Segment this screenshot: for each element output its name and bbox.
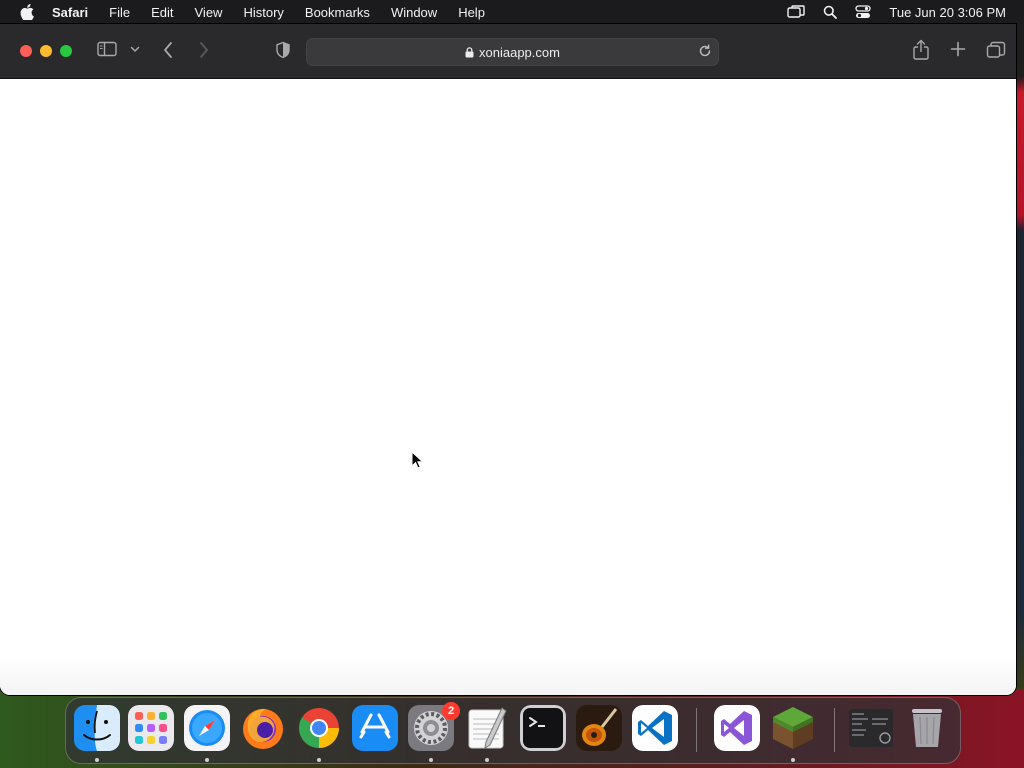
menu-file[interactable]: File [109,5,130,20]
address-bar-url: xoniaapp.com [479,44,560,60]
screen-mirroring-icon[interactable] [787,5,806,19]
finder-running-indicator [95,758,99,762]
menu-window[interactable]: Window [391,5,437,20]
mouse-pointer-icon [411,450,424,474]
dock-chrome-icon[interactable] [296,705,342,751]
system-settings-running-indicator [429,758,433,762]
dock-garageband-icon[interactable] [576,705,622,751]
dock-launchpad-icon[interactable] [128,705,174,751]
window-maximize-button[interactable] [60,45,72,57]
sidebar-icon[interactable] [97,41,117,57]
menu-view[interactable]: View [195,5,223,20]
control-center-icon[interactable] [855,5,872,19]
dock-trash-icon[interactable] [904,705,950,751]
apple-logo-icon[interactable] [20,4,34,21]
menu-history[interactable]: History [243,5,283,20]
dock-separator [696,708,697,752]
menu-help[interactable]: Help [458,5,485,20]
dock-firefox-icon[interactable] [240,705,286,751]
menu-bar: Safari File Edit View History Bookmarks … [0,0,1024,24]
privacy-shield-icon[interactable] [275,41,291,59]
dock-separator-2 [834,708,835,752]
dock-vscode-icon[interactable] [632,705,678,751]
textedit-running-indicator [485,758,489,762]
reload-icon[interactable] [698,44,712,58]
back-icon[interactable] [162,41,174,59]
minecraft-running-indicator [791,758,795,762]
safari-window: xoniaapp.com [0,24,1016,695]
new-tab-icon[interactable] [950,41,966,57]
tab-overview-icon[interactable] [986,41,1006,59]
dock-app-store-icon[interactable] [352,705,398,751]
dock-minecraft-icon[interactable] [770,705,816,751]
menu-bookmarks[interactable]: Bookmarks [305,5,370,20]
dock-visual-studio-icon[interactable] [714,705,760,751]
lock-icon [465,46,474,58]
window-close-button[interactable] [20,45,32,57]
web-page-content[interactable] [0,79,1016,695]
menu-app-name[interactable]: Safari [52,5,88,20]
dock-textedit-icon[interactable] [464,705,510,751]
chevron-down-icon[interactable] [130,45,140,53]
safari-running-indicator [205,758,209,762]
share-icon[interactable] [912,39,930,61]
menu-edit[interactable]: Edit [151,5,173,20]
content-bottom-shadow [0,655,1016,695]
dock-terminal-icon[interactable] [520,705,566,751]
dock-safari-icon[interactable] [184,705,230,751]
window-minimize-button[interactable] [40,45,52,57]
dock-minimized-window-icon[interactable] [848,705,894,751]
address-bar[interactable]: xoniaapp.com [306,38,719,66]
forward-icon[interactable] [198,41,210,59]
menu-bar-clock[interactable]: Tue Jun 20 3:06 PM [889,5,1006,20]
system-settings-badge: 2 [442,702,460,720]
spotlight-search-icon[interactable] [823,5,838,19]
browser-toolbar: xoniaapp.com [0,24,1016,79]
dock: 2 [65,697,961,764]
dock-finder-icon[interactable] [74,705,120,751]
chrome-running-indicator [317,758,321,762]
